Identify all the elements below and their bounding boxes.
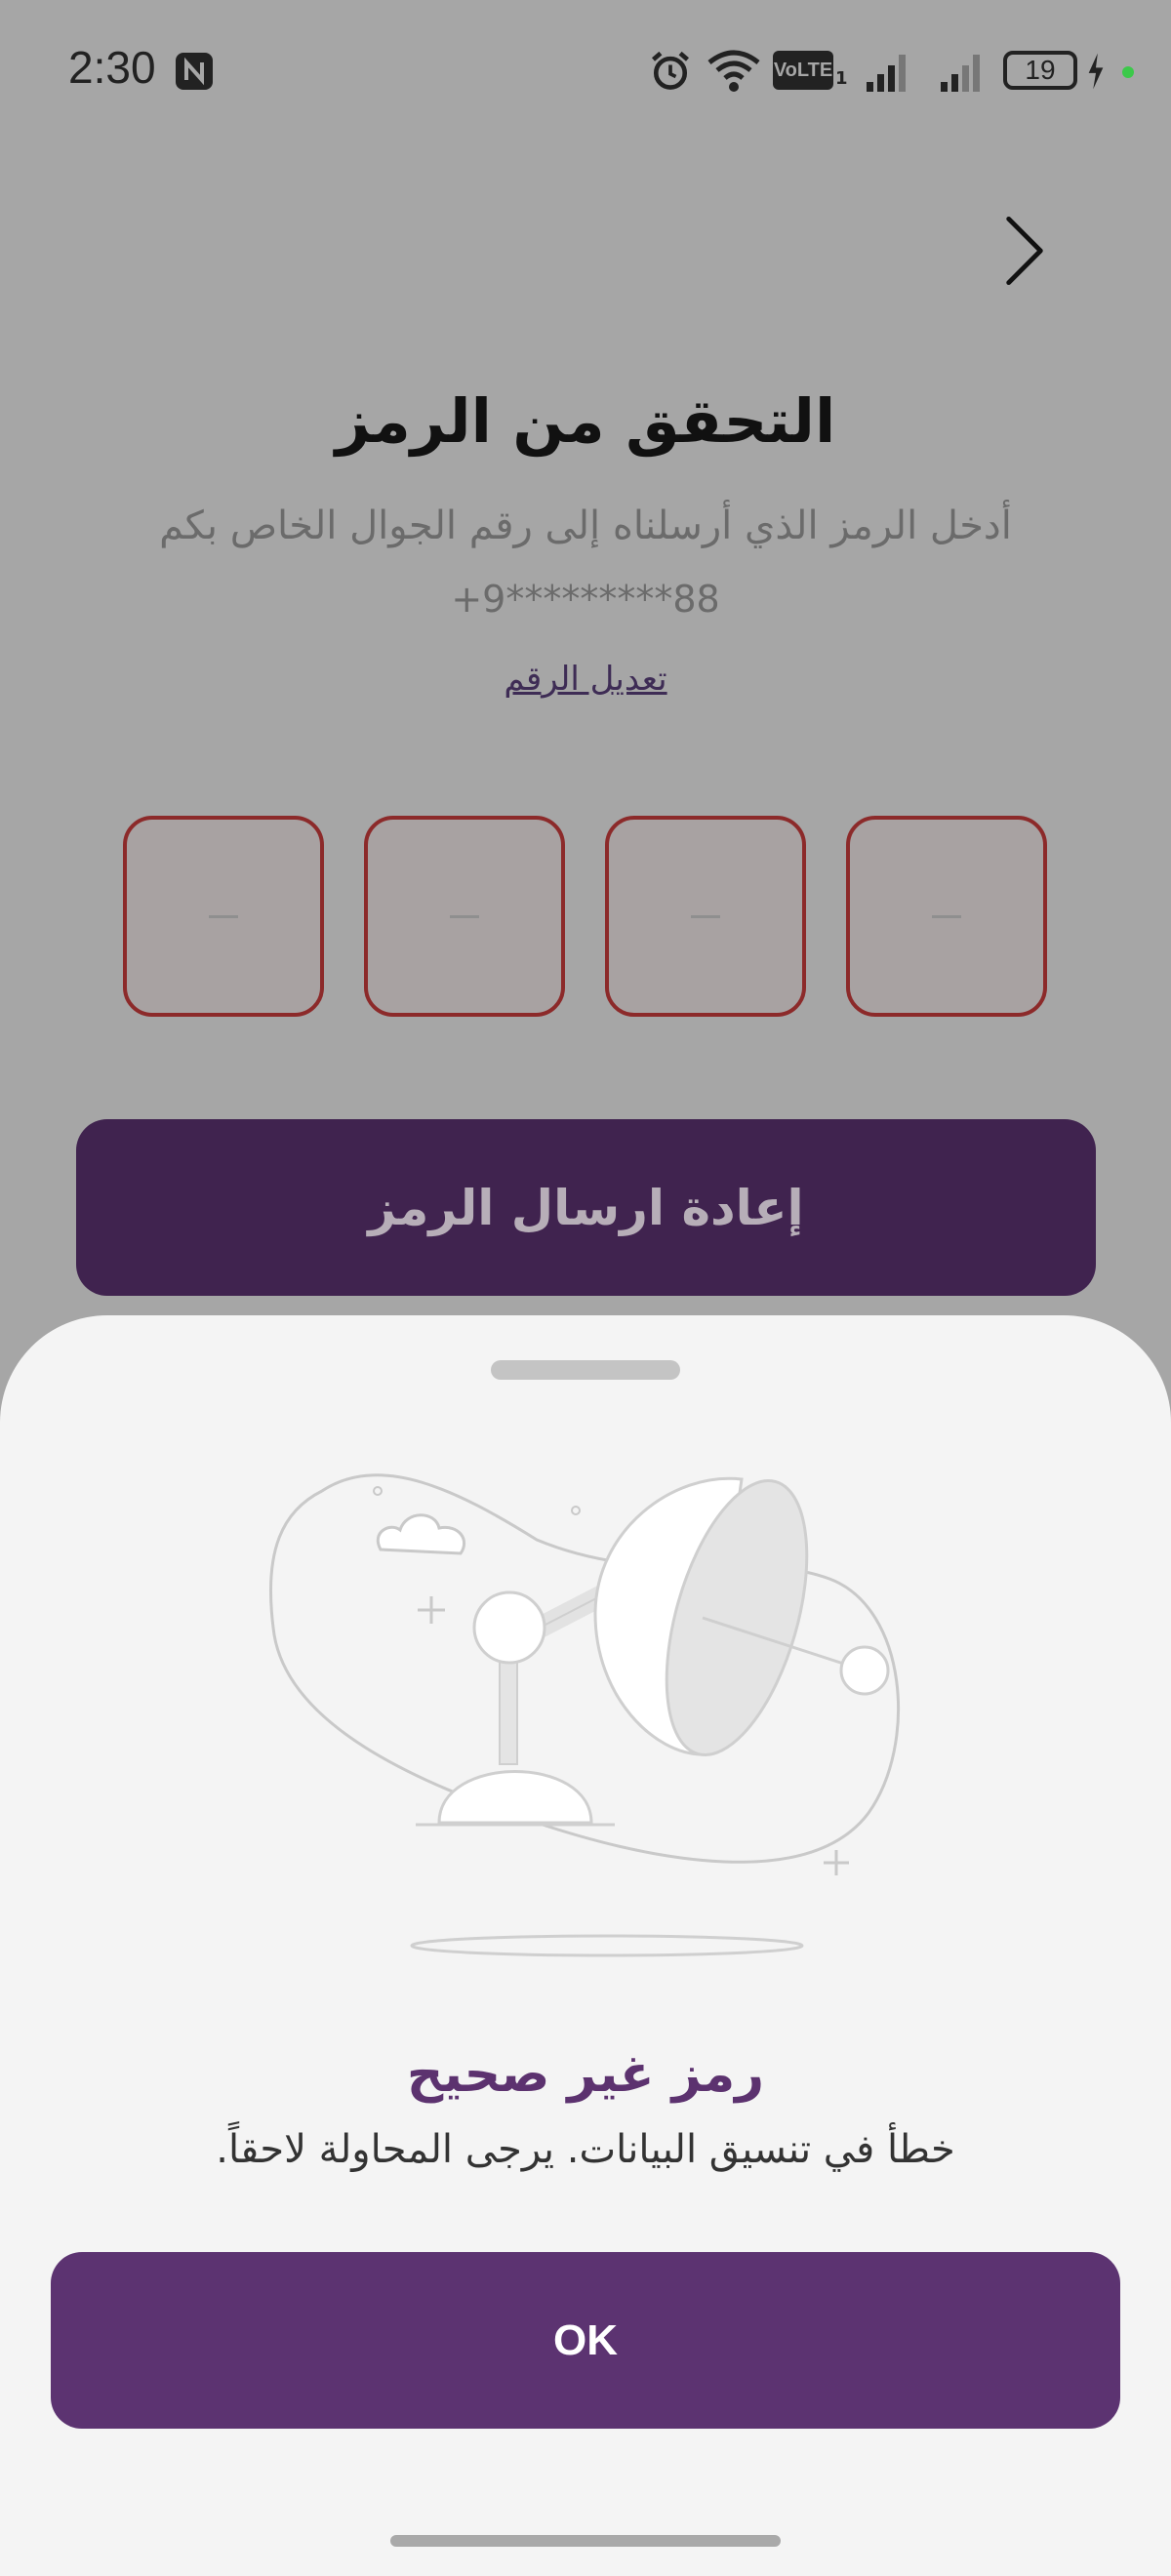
wifi-icon	[707, 50, 760, 92]
otp-placeholder	[691, 914, 720, 918]
otp-digit-input[interactable]	[846, 816, 1047, 1017]
signal-icon	[941, 55, 980, 92]
error-bottom-sheet: رمز غير صحيح .خطأ في تنسيق البيانات. يرج…	[0, 1315, 1171, 2576]
volte-label: VoLTE	[773, 59, 833, 81]
charging-dot	[1122, 66, 1134, 78]
status-icons: VoLTE 1 19	[644, 39, 1171, 107]
battery-level: 19	[1025, 55, 1056, 85]
page-subtitle: أدخل الرمز الذي أرسلناه إلى رقم الجوال ا…	[159, 503, 1012, 548]
sim-number: 1	[835, 68, 848, 89]
resend-code-button[interactable]: إعادة ارسال الرمز	[76, 1119, 1096, 1296]
alarm-icon	[652, 51, 689, 90]
ok-button[interactable]: OK	[51, 2252, 1120, 2429]
volte-icon: VoLTE	[773, 51, 833, 90]
home-indicator[interactable]	[390, 2535, 781, 2547]
satellite-dish-illustration	[269, 1473, 901, 1957]
status-bar: 2:30 VoLTE 1 19	[0, 0, 1171, 146]
otp-placeholder	[450, 914, 479, 918]
chevron-right-icon	[1006, 216, 1043, 286]
otp-digit-input[interactable]	[123, 816, 324, 1017]
battery-icon: 19	[1003, 51, 1077, 90]
otp-digit-input[interactable]	[364, 816, 565, 1017]
otp-placeholder	[209, 914, 238, 918]
signal-icon	[867, 55, 906, 92]
masked-phone-number: +9*********88	[451, 578, 720, 621]
error-title: رمز غير صحيح	[406, 2045, 765, 2104]
back-button[interactable]	[986, 207, 1064, 295]
status-time: 2:30	[68, 42, 156, 93]
edit-number-link[interactable]: تعديل الرقم	[0, 660, 1171, 699]
error-message: .خطأ في تنسيق البيانات. يرجى المحاولة لا…	[216, 2127, 955, 2172]
nfc-icon	[176, 53, 213, 90]
charging-icon	[1088, 53, 1104, 90]
otp-verification-screen: 2:30 VoLTE 1 19 التحقق من الرمز أدخل الر…	[0, 0, 1171, 2576]
otp-input-row	[123, 816, 1048, 1017]
sheet-drag-handle[interactable]	[491, 1360, 680, 1380]
page-title: التحقق من الرمز	[335, 385, 836, 457]
otp-digit-input[interactable]	[605, 816, 806, 1017]
otp-placeholder	[932, 914, 961, 918]
